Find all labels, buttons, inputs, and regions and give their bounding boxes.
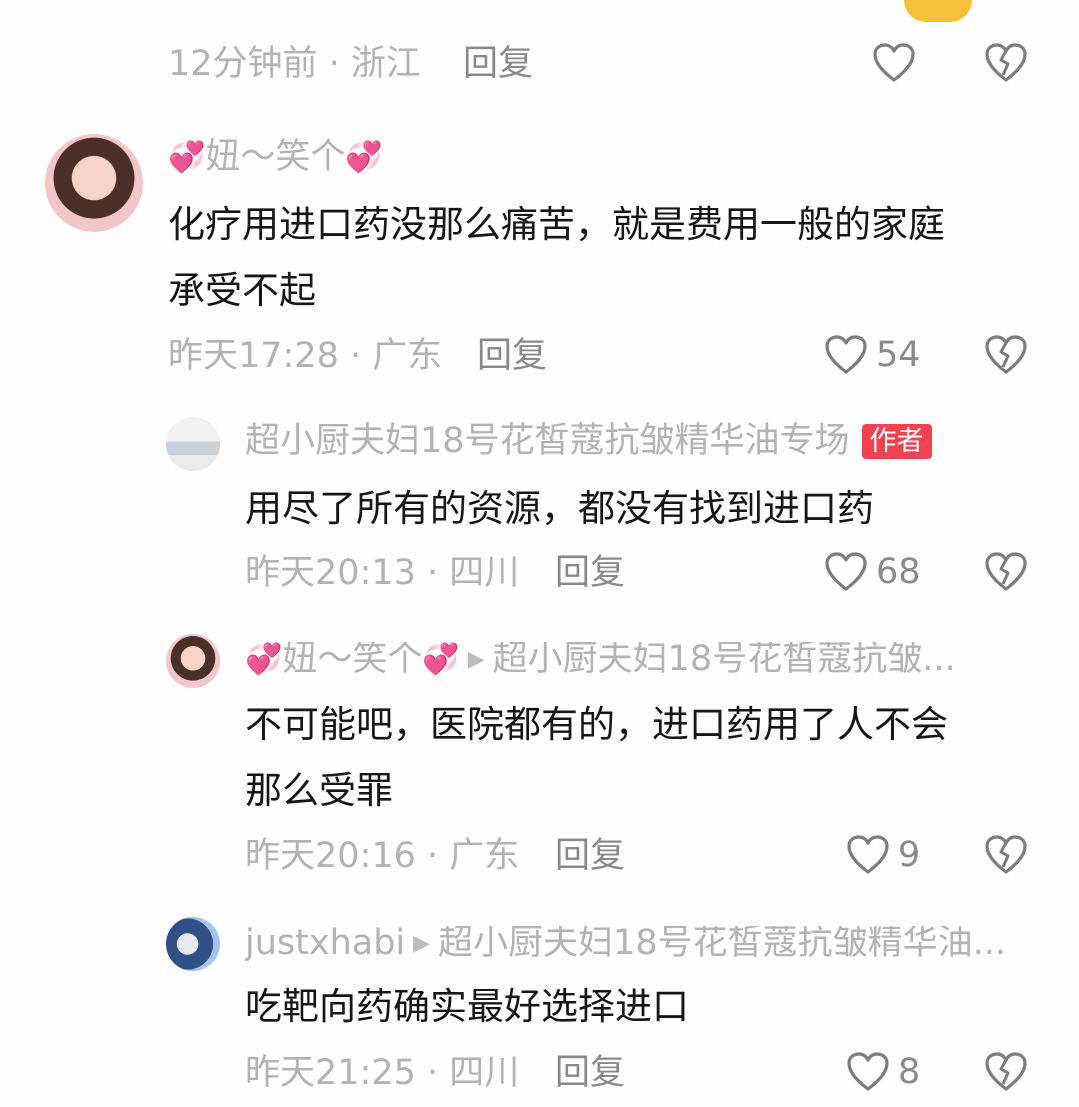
comment-username[interactable]: 💞 妞～笑个 💞 bbox=[168, 137, 383, 177]
comment-time: 昨天17:28 · 广东 bbox=[168, 336, 443, 376]
dislike-button[interactable] bbox=[984, 42, 1028, 84]
like-button[interactable] bbox=[872, 42, 916, 84]
reply-button[interactable]: 回复 bbox=[477, 339, 547, 374]
comment-line: 不可能吧，医院都有的，进口药用了人不会 bbox=[245, 703, 948, 746]
like-button[interactable]: 9 bbox=[846, 834, 920, 876]
avatar[interactable] bbox=[166, 417, 220, 471]
reply-to-username[interactable]: 超小厨夫妇18号花皙蔻抗皱精华油... bbox=[438, 926, 1006, 961]
avatar[interactable] bbox=[166, 917, 220, 971]
like-button[interactable]: 54 bbox=[824, 334, 921, 376]
author-badge: 作者 bbox=[861, 424, 932, 459]
reply-button[interactable]: 回复 bbox=[555, 556, 625, 591]
like-count: 8 bbox=[898, 1051, 921, 1092]
comment-line: 用尽了所有的资源，都没有找到进口药 bbox=[245, 487, 874, 530]
comment-username[interactable]: 💞 妞～笑个 💞 ▶ 超小厨夫妇18号花皙蔻抗皱... bbox=[245, 642, 1035, 677]
heart-outline-icon bbox=[825, 552, 867, 591]
broken-heart-icon bbox=[985, 552, 1027, 591]
heart-outline-icon bbox=[847, 1052, 889, 1091]
reply-button[interactable]: 回复 bbox=[463, 47, 533, 82]
like-button[interactable]: 8 bbox=[846, 1051, 920, 1093]
broken-heart-icon bbox=[985, 1052, 1027, 1091]
like-count: 54 bbox=[876, 334, 921, 375]
comment-time: 昨天21:25 · 四川 bbox=[245, 1053, 520, 1093]
sparkling-hearts-emoji-icon: 💞 bbox=[245, 642, 283, 677]
username-text: justxhabi bbox=[245, 926, 406, 961]
avatar[interactable] bbox=[45, 134, 143, 232]
reply-button[interactable]: 回复 bbox=[555, 1056, 625, 1091]
dislike-button[interactable] bbox=[984, 551, 1028, 593]
username-text: 妞～笑个 bbox=[205, 137, 346, 177]
heart-outline-icon bbox=[873, 43, 915, 82]
play-arrow-icon: ▶ bbox=[467, 647, 485, 672]
comment-username[interactable]: justxhabi ▶ 超小厨夫妇18号花皙蔻抗皱精华油... bbox=[245, 926, 1035, 961]
comment-text: 不可能吧，医院都有的，进口药用了人不会 那么受罪 bbox=[245, 692, 1045, 824]
comment-text: 化疗用进口药没那么痛苦，就是费用一般的家庭 承受不起 bbox=[168, 192, 1048, 324]
comment-text: 吃靶向药确实最好选择进口 bbox=[245, 974, 1035, 1040]
broken-heart-icon bbox=[985, 835, 1027, 874]
username-text: 超小厨夫妇18号花皙蔻抗皱精华油专场 bbox=[245, 421, 850, 461]
broken-heart-icon bbox=[985, 335, 1027, 374]
reply-button[interactable]: 回复 bbox=[555, 839, 625, 874]
comment-username[interactable]: 超小厨夫妇18号花皙蔻抗皱精华油专场 作者 bbox=[245, 424, 932, 459]
comment-time: 12分钟前 · 浙江 bbox=[168, 44, 421, 84]
reply-to-username[interactable]: 超小厨夫妇18号花皙蔻抗皱... bbox=[493, 642, 956, 677]
comment-text: 用尽了所有的资源，都没有找到进口药 bbox=[245, 476, 1035, 542]
like-count: 68 bbox=[876, 551, 921, 592]
heart-outline-icon bbox=[825, 335, 867, 374]
comment-line: 那么受罪 bbox=[245, 769, 393, 812]
comment-time: 昨天20:13 · 四川 bbox=[245, 553, 520, 593]
dislike-button[interactable] bbox=[984, 334, 1028, 376]
dislike-button[interactable] bbox=[984, 834, 1028, 876]
play-arrow-icon: ▶ bbox=[413, 931, 431, 956]
comment-line: 承受不起 bbox=[168, 269, 316, 312]
sparkling-hearts-emoji-icon: 💞 bbox=[345, 140, 383, 175]
broken-heart-icon bbox=[985, 43, 1027, 82]
like-button[interactable]: 68 bbox=[824, 551, 921, 593]
heart-outline-icon bbox=[847, 835, 889, 874]
like-count: 9 bbox=[898, 834, 921, 875]
dislike-button[interactable] bbox=[984, 1051, 1028, 1093]
sparkling-hearts-emoji-icon: 💞 bbox=[168, 140, 206, 175]
partial-emoji bbox=[904, 0, 972, 22]
avatar[interactable] bbox=[166, 634, 220, 688]
comment-line: 化疗用进口药没那么痛苦，就是费用一般的家庭 bbox=[168, 203, 945, 246]
sparkling-hearts-emoji-icon: 💞 bbox=[422, 642, 460, 677]
comment-line: 吃靶向药确实最好选择进口 bbox=[245, 985, 689, 1028]
comment-time: 昨天20:16 · 广东 bbox=[245, 836, 520, 876]
username-text: 妞～笑个 bbox=[282, 642, 423, 677]
